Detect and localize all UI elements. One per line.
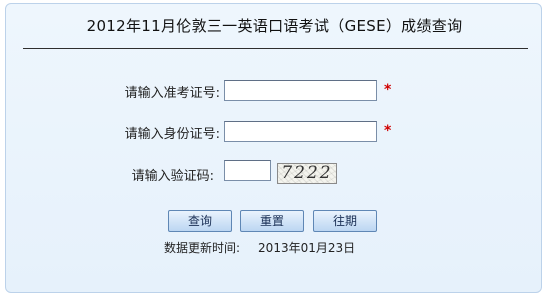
page-title: 2012年11月伦敦三一英语口语考试（GESE）成绩查询: [86, 17, 463, 35]
update-time-value: 2013年01月23日: [258, 241, 356, 255]
id-number-label: 请输入身份证号:: [124, 127, 220, 142]
captcha-input[interactable]: [224, 160, 271, 181]
id-number-input[interactable]: [224, 121, 377, 142]
captcha-label: 请输入验证码:: [131, 169, 214, 184]
captcha-image[interactable]: 7222: [277, 163, 337, 184]
update-time-label: 数据更新时间:: [164, 241, 241, 255]
id-required-mark: *: [384, 123, 392, 139]
query-button[interactable]: 查询: [168, 210, 232, 232]
title-divider: [23, 48, 528, 49]
update-time: 数据更新时间: 2013年01月23日: [164, 239, 355, 256]
ticket-number-label: 请输入准考证号:: [124, 86, 220, 101]
reset-button[interactable]: 重置: [240, 210, 304, 232]
ticket-required-mark: *: [384, 82, 392, 98]
ticket-number-input[interactable]: [224, 80, 377, 101]
past-results-button[interactable]: 往期: [313, 210, 377, 232]
